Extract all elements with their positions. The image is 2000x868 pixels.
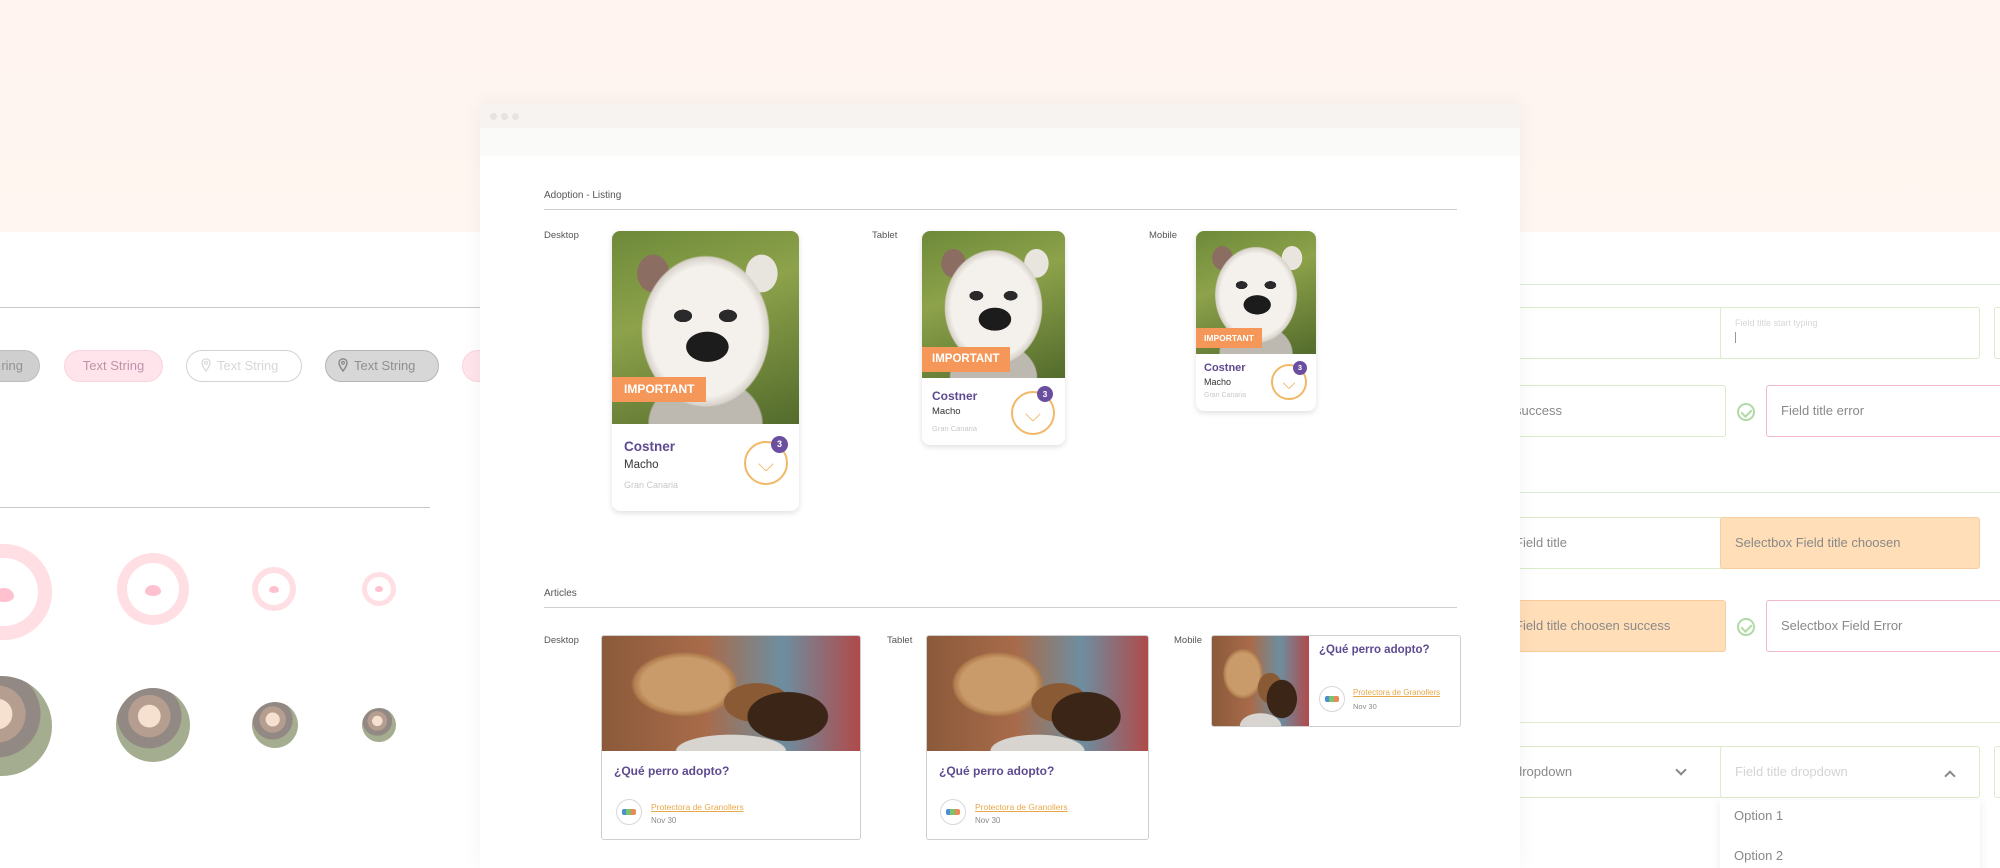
dropdown-option[interactable]: Option 2: [1734, 848, 1783, 863]
pet-name: Costner: [1204, 362, 1246, 374]
selectbox-chosen[interactable]: Selectbox Field title choosen: [1720, 517, 1980, 569]
section-title-adoption: Adoption - Listing: [544, 190, 622, 201]
window-titlebar: [480, 104, 1520, 128]
dropdown-options-list: Option 1 Option 2: [1720, 800, 1980, 868]
chip-location-dark[interactable]: Text String: [325, 350, 439, 382]
chip-pink[interactable]: Text String: [64, 350, 163, 382]
divider: [544, 607, 1457, 608]
location-pin-icon: [338, 358, 348, 372]
important-badge: IMPORTANT: [1196, 328, 1262, 348]
pet-card-desktop[interactable]: IMPORTANT Costner Macho Gran Canaria 3: [612, 231, 799, 511]
organization-logo: [940, 799, 966, 825]
location-pin-icon: [201, 358, 211, 372]
pet-location: Gran Canaria: [932, 424, 978, 433]
window-dot-icon[interactable]: [490, 113, 497, 120]
pet-sex: Macho: [932, 406, 961, 417]
field-success[interactable]: success: [1500, 385, 1726, 437]
label-desktop: Desktop: [544, 635, 579, 646]
window-toolbar: [480, 128, 1520, 156]
article-card-tablet[interactable]: ¿Qué perro adopto? Protectora de Granoll…: [926, 635, 1149, 840]
right-form-components-panel: Field title start typing success Field t…: [1500, 232, 2000, 868]
pet-location: Gran Canaria: [1204, 392, 1247, 399]
heart-icon: [1282, 376, 1296, 389]
divider: [1520, 284, 2000, 285]
heart-icon: [1025, 406, 1041, 422]
divider: [0, 307, 480, 308]
article-card-desktop[interactable]: ¿Qué perro adopto? Protectora de Granoll…: [601, 635, 861, 840]
label-mobile: Mobile: [1174, 635, 1202, 646]
paw-avatar-xl-icon: [0, 544, 52, 640]
selectbox-chosen-success[interactable]: Field title choosen success: [1500, 600, 1726, 652]
field-error[interactable]: Field title error: [1766, 385, 2000, 437]
user-avatar-sm: [362, 708, 396, 742]
dropdown-partial[interactable]: [1994, 746, 2000, 798]
paw-avatar-md-icon: [252, 567, 296, 611]
organization-link[interactable]: Protectora de Granollers: [975, 802, 1068, 812]
divider: [1520, 492, 2000, 493]
dropdown-option[interactable]: Option 1: [1734, 808, 1783, 823]
pet-name: Costner: [624, 439, 676, 454]
field-partial[interactable]: [1994, 307, 2000, 359]
organization-link[interactable]: Protectora de Granollers: [1353, 688, 1440, 697]
text-cursor: [1735, 332, 1736, 343]
article-date: Nov 30: [975, 816, 1001, 825]
dropdown-closed[interactable]: dropdown: [1500, 746, 1726, 798]
important-badge: IMPORTANT: [612, 377, 707, 402]
selectbox-error[interactable]: Selectbox Field Error: [1766, 600, 2000, 652]
label-desktop: Desktop: [544, 230, 579, 241]
pet-sex: Macho: [624, 459, 659, 471]
pet-location: Gran Canaria: [624, 480, 679, 490]
section-title-articles: Articles: [544, 588, 577, 599]
pet-sex: Macho: [1204, 377, 1232, 387]
user-avatar-xl: [0, 676, 52, 776]
article-title: ¿Qué perro adopto?: [939, 764, 1055, 778]
field-typing-label: Field title start typing: [1735, 318, 1818, 328]
chip-location-outline[interactable]: Text String: [186, 350, 302, 382]
dogs-photo: [927, 636, 1148, 751]
preview-window: Adoption - Listing Desktop Tablet Mobile…: [480, 104, 1520, 868]
divider: [1520, 722, 2000, 723]
selectbox-default[interactable]: Field title: [1500, 517, 1726, 569]
label-mobile: Mobile: [1149, 230, 1177, 241]
label-tablet: Tablet: [872, 230, 898, 241]
left-components-panel: ring Text String Text String Text String: [0, 232, 502, 868]
favorites-count-badge: 3: [1293, 361, 1307, 375]
dropdown-open[interactable]: Field title dropdown: [1720, 746, 1980, 798]
article-title: ¿Qué perro adopto?: [1319, 644, 1430, 656]
dogs-photo: [602, 636, 860, 751]
favorites-count-badge: 3: [771, 436, 788, 453]
organization-link[interactable]: Protectora de Granollers: [651, 802, 744, 812]
label-tablet: Tablet: [887, 635, 913, 646]
paw-avatar-lg-icon: [117, 553, 189, 625]
success-check-icon: [1737, 403, 1755, 421]
user-avatar-md: [252, 702, 298, 748]
article-date: Nov 30: [1353, 702, 1377, 711]
pet-name: Costner: [932, 389, 978, 403]
field-empty[interactable]: [1500, 307, 1726, 359]
article-title: ¿Qué perro adopto?: [614, 764, 730, 778]
chip-gray[interactable]: ring: [0, 350, 40, 382]
paw-avatar-sm-icon: [362, 572, 396, 606]
success-check-icon: [1737, 618, 1755, 636]
divider: [0, 507, 430, 508]
user-avatar-lg: [116, 688, 190, 762]
pet-card-tablet[interactable]: IMPORTANT Costner Macho Gran Canaria 3: [922, 231, 1065, 445]
divider: [544, 209, 1457, 210]
dogs-photo: [1212, 636, 1309, 726]
organization-logo: [616, 799, 642, 825]
window-dot-icon[interactable]: [501, 113, 508, 120]
organization-logo: [1319, 686, 1345, 712]
important-badge: IMPORTANT: [922, 347, 1010, 372]
window-dot-icon[interactable]: [512, 113, 519, 120]
article-date: Nov 30: [651, 816, 677, 825]
heart-icon: [758, 456, 774, 472]
article-card-mobile[interactable]: ¿Qué perro adopto? Protectora de Granoll…: [1211, 635, 1461, 727]
field-start-typing[interactable]: Field title start typing: [1720, 307, 1980, 359]
favorites-count-badge: 3: [1037, 386, 1053, 402]
pet-card-mobile[interactable]: IMPORTANT Costner Macho Gran Canaria 3: [1196, 231, 1316, 411]
